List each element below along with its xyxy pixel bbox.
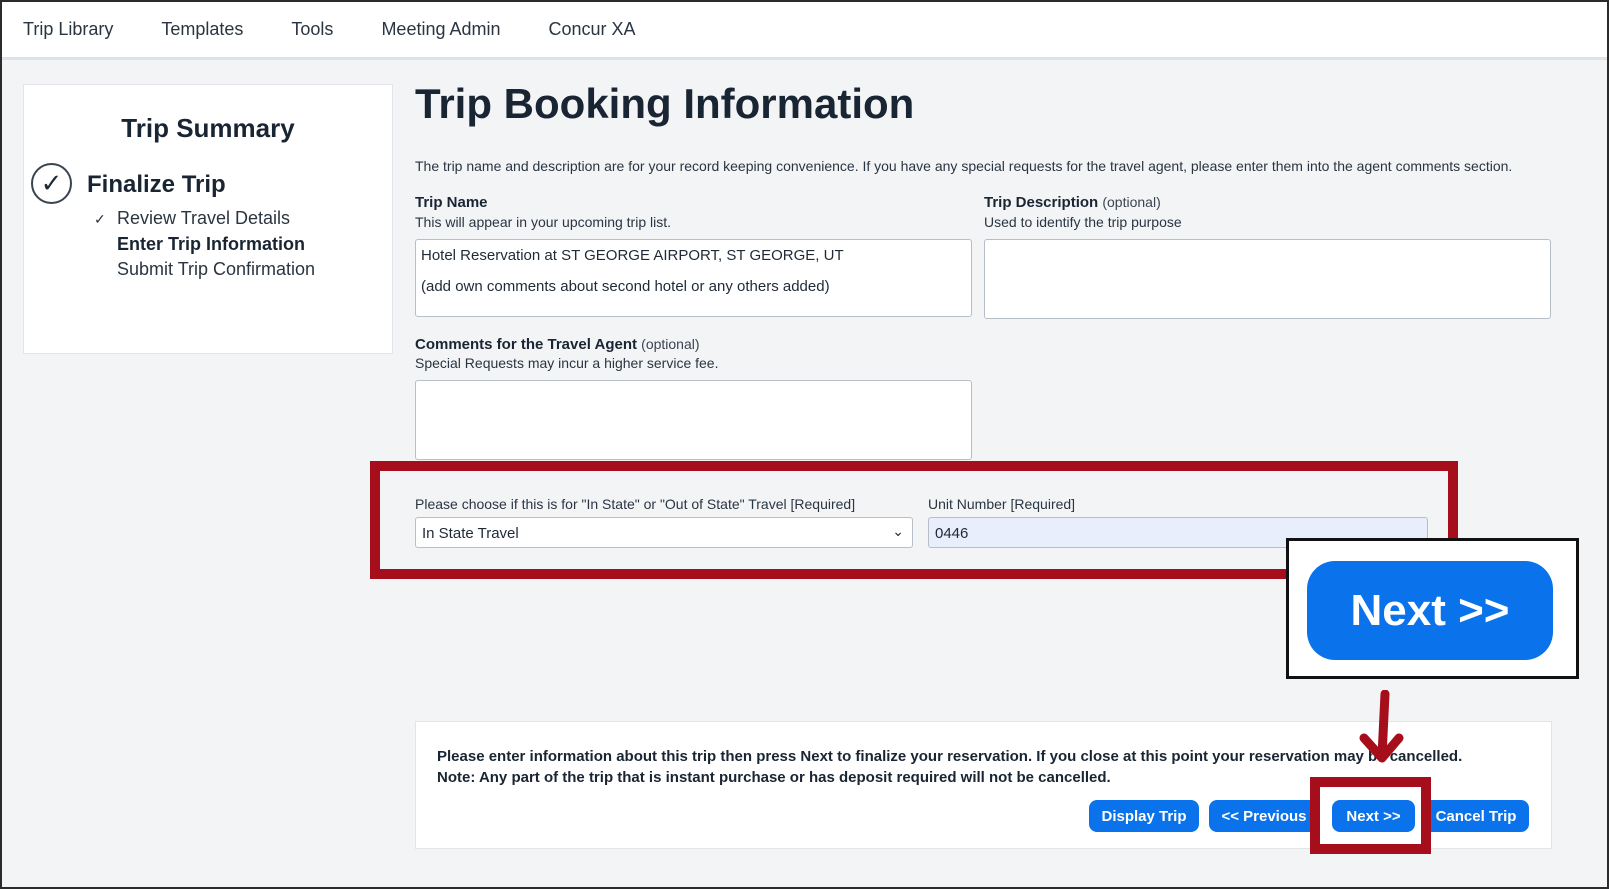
cancel-trip-button[interactable]: Cancel Trip [1423,800,1529,832]
check-circle-icon: ✓ [31,163,72,204]
comments-label: Comments for the Travel Agent (optional) [415,336,700,353]
step-review: Review Travel Details [117,208,291,228]
trip-description-input[interactable] [984,239,1551,319]
arrow-down-icon [1359,690,1404,763]
page-title: Trip Booking Information [415,80,915,127]
nav-concur-xa[interactable]: Concur XA [549,19,636,40]
nav-tools[interactable]: Tools [291,19,333,40]
step-submit: Submit Trip Confirmation [117,259,316,279]
trip-name-input[interactable]: Hotel Reservation at ST GEORGE AIRPORT, … [415,239,972,317]
check-icon: ✓ [94,211,106,227]
nav-trip-library[interactable]: Trip Library [23,19,113,40]
intro-text: The trip name and description are for yo… [415,158,1513,174]
nav-templates[interactable]: Templates [161,19,243,40]
trip-name-label: Trip Name [415,194,488,211]
next-highlight-box [1310,777,1431,854]
section-finalize-trip: Finalize Trip [87,171,226,198]
step-enter-info: Enter Trip Information [117,234,306,254]
comments-hint: Special Requests may incur a higher serv… [415,355,719,371]
trip-summary-panel: Trip Summary ✓ Finalize Trip ✓ Review Tr… [23,84,393,354]
comments-input[interactable] [415,380,972,460]
display-trip-button[interactable]: Display Trip [1089,800,1199,832]
sidebar-title: Trip Summary [121,113,295,143]
callout-next-button: Next >> [1307,561,1553,660]
next-callout: Next >> [1286,538,1579,679]
nav-meeting-admin[interactable]: Meeting Admin [381,19,500,40]
trip-description-label: Trip Description (optional) [984,194,1161,211]
top-nav: Trip Library Templates Tools Meeting Adm… [2,2,1607,60]
previous-button[interactable]: << Previous [1209,800,1319,832]
footer-message: Please enter information about this trip… [437,748,1463,786]
trip-name-hint: This will appear in your upcoming trip l… [415,214,671,230]
trip-description-hint: Used to identify the trip purpose [984,214,1182,230]
